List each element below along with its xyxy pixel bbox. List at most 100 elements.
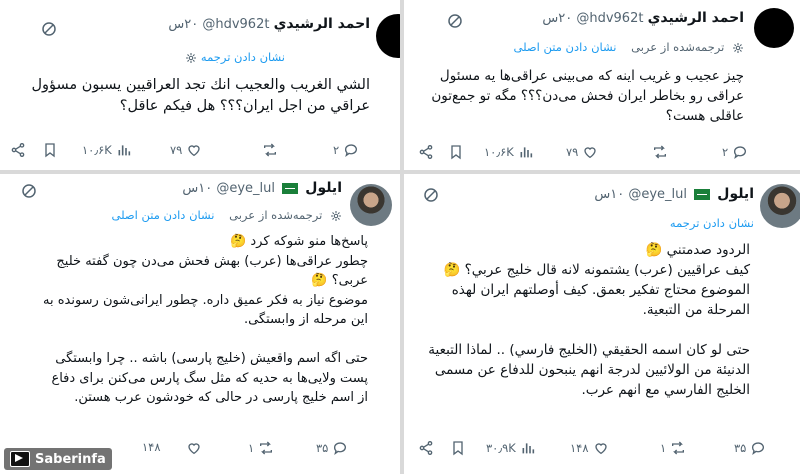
show-original-link[interactable]: نشان دادن متن اصلی: [112, 208, 215, 222]
repost-icon: [262, 142, 278, 158]
show-original-link[interactable]: نشان دادن متن اصلی: [514, 40, 617, 54]
reply-button[interactable]: ۳۵: [734, 440, 766, 456]
replies-count: ۳۵: [316, 441, 329, 455]
tweet-card-bottom-right[interactable]: ایلول @eye_lul ۱۰س نشان دادن ترجمه الردو…: [404, 174, 800, 474]
tweet-body: پاسخ‌ها منو شوکه کرد 🤔 چطور عراقی‌ها (عر…: [42, 234, 368, 405]
avatar[interactable]: [350, 184, 392, 226]
bookmark-button[interactable]: [450, 440, 466, 456]
heart-icon: [186, 142, 202, 158]
avatar[interactable]: [754, 8, 794, 48]
replies-count: ۲: [722, 145, 729, 159]
more-options-icon[interactable]: [40, 20, 58, 38]
reply-button[interactable]: ۲: [722, 144, 748, 160]
views-count: ۱۰٫۶K: [82, 143, 112, 157]
views-button[interactable]: ۱۰٫۶K: [82, 142, 132, 158]
tweet-actions: ۱۰٫۶K ۷۹ ۲: [0, 142, 400, 162]
likes-count: ۷۹: [566, 145, 579, 159]
share-button[interactable]: [10, 142, 26, 158]
author-handle[interactable]: @hdv962t: [576, 11, 643, 26]
tweet-time[interactable]: ۲۰س: [542, 11, 572, 26]
repost-button[interactable]: ۱: [248, 440, 274, 456]
bookmark-button[interactable]: [448, 144, 464, 160]
show-translation-link[interactable]: نشان دادن ترجمه: [201, 50, 285, 64]
avatar[interactable]: [760, 184, 800, 228]
views-button[interactable]: ۳۰٫۹K: [486, 440, 536, 456]
views-button[interactable]: ۱۰٫۶K: [484, 144, 534, 160]
bookmark-icon: [448, 144, 464, 160]
reply-button[interactable]: ۲: [333, 142, 359, 158]
like-button[interactable]: ۷۹: [566, 144, 598, 160]
reply-icon: [343, 142, 359, 158]
tweet-body: الشي الغريب والعجيب انك تجد العراقيين يس…: [31, 77, 370, 114]
repost-icon: [258, 440, 274, 456]
translation-row: نشان دادن ترجمه: [181, 50, 285, 64]
share-icon: [418, 440, 434, 456]
heart-icon: [186, 440, 202, 456]
more-options-icon[interactable]: [422, 186, 440, 204]
tweet-card-top-right[interactable]: احمد الرشيدي @hdv962t ۲۰س ترجمه‌شده از ع…: [404, 0, 800, 170]
author-name[interactable]: ایلول: [717, 186, 754, 202]
tweet-body: چیز عجیب و غریب اینه که می‌بینی عراقی‌ها…: [431, 68, 744, 124]
share-icon: [10, 142, 26, 158]
flag-icon: [282, 183, 299, 194]
more-options-icon[interactable]: [20, 182, 38, 200]
author-name[interactable]: احمد الرشيدي: [648, 10, 744, 26]
heart-icon: [582, 144, 598, 160]
views-icon: [520, 440, 536, 456]
tweet-actions: ۳۰٫۹K ۱۴۸ ۱ ۳۵: [404, 440, 800, 460]
gear-icon[interactable]: [185, 52, 197, 64]
watermark: Saberinfa: [4, 448, 112, 470]
replies-count: ۳۵: [734, 441, 747, 455]
author-handle[interactable]: @eye_lul: [628, 187, 687, 202]
tweet-card-bottom-left[interactable]: ایلول @eye_lul ۱۰س ترجمه‌شده از عربی نشا…: [0, 174, 400, 474]
author-name[interactable]: احمد الرشيدي: [274, 16, 370, 32]
reply-button[interactable]: ۳۵: [316, 440, 348, 456]
share-button[interactable]: [418, 440, 434, 456]
reposts-count: ۱: [660, 441, 667, 455]
bookmark-icon: [450, 440, 466, 456]
tweet-header: احمد الرشيدي @hdv962t ۲۰س: [168, 16, 370, 32]
avatar[interactable]: [376, 14, 400, 58]
tweet-time[interactable]: ۱۰س: [594, 187, 624, 202]
views-icon: [518, 144, 534, 160]
like-button[interactable]: ۱۴۸: [570, 440, 609, 456]
repost-button[interactable]: [652, 144, 668, 160]
translated-from-label: ترجمه‌شده از عربی: [631, 40, 725, 54]
replies-count: ۲: [333, 143, 340, 157]
translation-row: نشان دادن ترجمه: [670, 216, 754, 230]
gear-icon[interactable]: [732, 42, 744, 54]
heart-icon: [593, 440, 609, 456]
tweet-header: ایلول @eye_lul ۱۰س: [594, 186, 754, 202]
author-handle[interactable]: @eye_lul: [216, 181, 275, 196]
translation-row: ترجمه‌شده از عربی نشان دادن متن اصلی: [514, 40, 745, 54]
tweet-header: احمد الرشيدي @hdv962t ۲۰س: [542, 10, 744, 26]
likes-count: ۱۴۸: [570, 441, 589, 455]
repost-button[interactable]: ۱: [660, 440, 686, 456]
share-button[interactable]: [418, 144, 434, 160]
play-icon: [10, 451, 30, 467]
tweet-time[interactable]: ۲۰س: [168, 17, 198, 32]
repost-icon: [670, 440, 686, 456]
flag-icon: [694, 189, 711, 200]
views-button[interactable]: ۱۴۸: [142, 440, 161, 454]
show-translation-link[interactable]: نشان دادن ترجمه: [670, 216, 754, 230]
views-count: ۱۰٫۶K: [484, 145, 514, 159]
repost-button[interactable]: [262, 142, 278, 158]
tweet-actions: ۱۰٫۶K ۷۹ ۲: [404, 144, 800, 164]
bookmark-icon: [42, 142, 58, 158]
tweet-time[interactable]: ۱۰س: [182, 181, 212, 196]
reply-icon: [750, 440, 766, 456]
translation-row: ترجمه‌شده از عربی نشان دادن متن اصلی: [112, 208, 343, 222]
bookmark-button[interactable]: [42, 142, 58, 158]
reply-icon: [332, 440, 348, 456]
tweet-card-top-left[interactable]: احمد الرشيدي @hdv962t ۲۰س نشان دادن ترجم…: [0, 0, 400, 170]
like-button[interactable]: [186, 440, 202, 456]
author-handle[interactable]: @hdv962t: [202, 17, 269, 32]
more-options-icon[interactable]: [446, 12, 464, 30]
like-button[interactable]: ۷۹: [170, 142, 202, 158]
likes-count: ۷۹: [170, 143, 183, 157]
views-count: ۳۰٫۹K: [486, 441, 516, 455]
repost-icon: [652, 144, 668, 160]
author-name[interactable]: ایلول: [305, 180, 342, 196]
gear-icon[interactable]: [330, 210, 342, 222]
